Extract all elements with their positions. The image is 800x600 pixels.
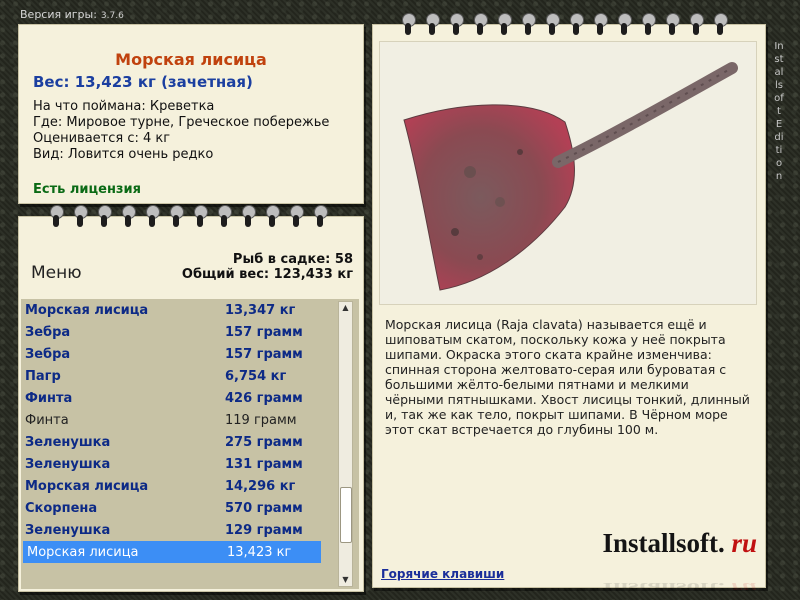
fish-name: Пагр: [25, 369, 61, 384]
fish-weight-cell: 570 грамм: [225, 501, 303, 516]
list-item[interactable]: Морская лисица 14,296 кг: [21, 475, 341, 497]
hotkeys-link[interactable]: Горячие клавиши: [381, 567, 504, 581]
ring-icon: [497, 13, 512, 35]
ring-icon: [97, 205, 112, 227]
ring-icon: [689, 13, 704, 35]
binder-rings-right: [401, 13, 737, 43]
fish-name: Зебра: [25, 347, 71, 362]
fish-weight-cell: 13,423 кг: [227, 545, 292, 560]
version-text: Версия игры:: [20, 8, 97, 21]
ring-icon: [265, 205, 280, 227]
fish-info-card: Морская лисица Вес: 13,423 кг (зачетная)…: [18, 24, 364, 204]
fish-valued-from: Оценивается с: 4 кг: [33, 131, 171, 146]
fish-name: Морская лисица: [25, 479, 149, 494]
fish-location: Где: Мировое турне, Греческое побережье: [33, 115, 330, 130]
ring-icon: [593, 13, 608, 35]
total-weight: Общий вес: 123,433 кг: [181, 267, 353, 282]
ring-icon: [241, 205, 256, 227]
list-item[interactable]: Зеленушка 275 грамм: [21, 431, 341, 453]
fish-weight: Вес: 13,423 кг (зачетная): [33, 73, 253, 91]
fish-weight-cell: 426 грамм: [225, 391, 303, 406]
ring-icon: [401, 13, 416, 35]
ring-icon: [425, 13, 440, 35]
scroll-up-icon[interactable]: ▲: [339, 302, 352, 314]
fish-weight-cell: 13,347 кг: [225, 303, 296, 318]
side-watermark: Installsoft Edition: [774, 41, 784, 182]
fish-detail-card: Морская лисица (Raja clavata) называется…: [372, 13, 766, 596]
fish-name: Морская лисица: [27, 545, 139, 560]
fish-title: Морская лисица: [115, 50, 267, 69]
keepnet-stats: Рыб в садке: 58 Общий вес: 123,433 кг: [182, 252, 353, 282]
fish-weight-cell: 157 грамм: [225, 325, 303, 340]
fish-photo: [379, 41, 757, 305]
list-item[interactable]: Зеленушка 129 грамм: [21, 519, 341, 541]
ring-icon: [313, 205, 328, 227]
fish-name: Зебра: [25, 325, 71, 340]
fish-name: Скорпена: [25, 501, 98, 516]
installsoft-logo: Installsoft. ru: [602, 528, 757, 558]
fish-weight-cell: 129 грамм: [225, 523, 303, 538]
ring-icon: [569, 13, 584, 35]
fish-weight-cell: 157 грамм: [225, 347, 303, 362]
fish-weight-cell: 14,296 кг: [225, 479, 296, 494]
list-scrollbar[interactable]: ▲ ▼: [338, 301, 353, 587]
list-item[interactable]: Пагр 6,754 кг: [21, 365, 341, 387]
fish-name: Финта: [25, 391, 73, 406]
ring-icon: [289, 205, 304, 227]
list-item[interactable]: Зеленушка 131 грамм: [21, 453, 341, 475]
license-status: Есть лицензия: [33, 182, 141, 197]
list-item[interactable]: Финта 426 грамм: [21, 387, 341, 409]
version-number: 3.7.6: [100, 11, 124, 21]
ring-icon: [73, 205, 88, 227]
catch-list-card: Меню Рыб в садке: 58 Общий вес: 123,433 …: [18, 205, 364, 592]
ring-icon: [713, 13, 728, 35]
fish-weight-cell: 131 грамм: [225, 457, 303, 472]
fish-description: Морская лисица (Raja clavata) называется…: [385, 317, 750, 437]
ring-icon: [145, 205, 160, 227]
fish-rarity: Вид: Ловится очень редко: [33, 147, 214, 162]
fish-count: Рыб в садке: 58: [232, 252, 353, 267]
scroll-thumb[interactable]: [340, 487, 352, 544]
fish-bait: На что поймана: Креветка: [33, 99, 215, 114]
ring-icon: [641, 13, 656, 35]
list-item[interactable]: Зебра 157 грамм: [21, 343, 341, 365]
fish-weight-cell: 119 грамм: [225, 413, 297, 428]
ring-icon: [217, 205, 232, 227]
ring-icon: [449, 13, 464, 35]
binder-rings-left: [49, 205, 337, 235]
list-item[interactable]: Зебра 157 грамм: [21, 321, 341, 343]
ring-icon: [617, 13, 632, 35]
logo-reflection: Installsoft. ru: [602, 579, 757, 597]
ring-icon: [473, 13, 488, 35]
catch-list: Морская лисица 13,347 кг Зебра 157 грамм З…: [21, 299, 359, 589]
list-item-selected[interactable]: Морская лисица 13,423 кг: [23, 541, 321, 563]
fish-weight-cell: 275 грамм: [225, 435, 303, 450]
ring-icon: [169, 205, 184, 227]
fish-name: Зеленушка: [25, 523, 111, 538]
list-item[interactable]: Финта 119 грамм: [21, 409, 341, 431]
menu-button[interactable]: Меню: [31, 263, 82, 283]
scroll-down-icon[interactable]: ▼: [339, 574, 352, 586]
fish-weight-cell: 6,754 кг: [225, 369, 287, 384]
ring-icon: [49, 205, 64, 227]
catch-rows: Морская лисица 13,347 кг Зебра 157 грамм З…: [21, 299, 341, 563]
fish-name: Финта: [25, 413, 69, 428]
ring-icon: [521, 13, 536, 35]
list-item[interactable]: Морская лисица 13,347 кг: [21, 299, 341, 321]
version-label: Версия игры: 3.7.6: [20, 8, 124, 21]
fish-name: Зеленушка: [25, 457, 111, 472]
list-item[interactable]: Скорпена 570 грамм: [21, 497, 341, 519]
fish-name: Морская лисица: [25, 303, 149, 318]
thornback-ray-image: [403, 62, 738, 291]
ring-icon: [665, 13, 680, 35]
fish-name: Зеленушка: [25, 435, 111, 450]
ring-icon: [545, 13, 560, 35]
ring-icon: [193, 205, 208, 227]
ring-icon: [121, 205, 136, 227]
